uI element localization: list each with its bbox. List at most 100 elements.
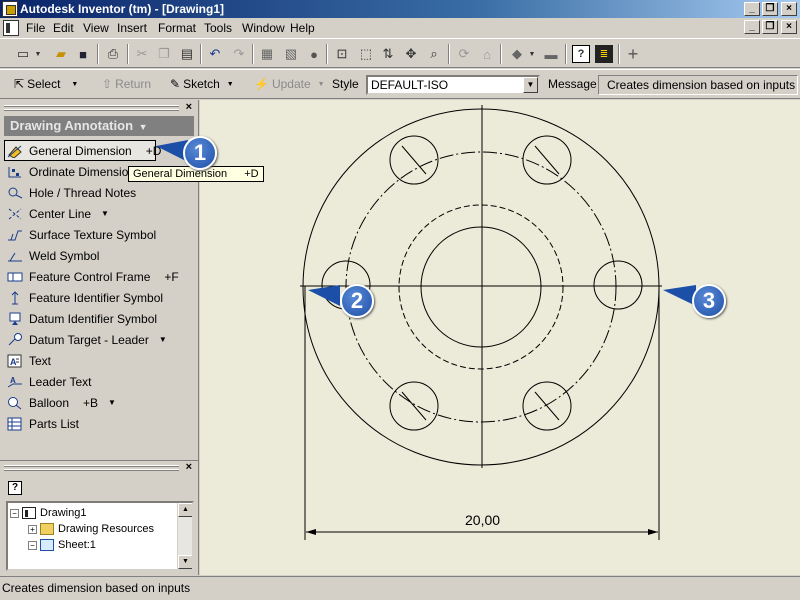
return-button[interactable]: ⇧ Return xyxy=(102,77,151,91)
browser-help-icon[interactable]: ? xyxy=(8,481,22,495)
tool-leader-text[interactable]: A Leader Text xyxy=(4,371,196,392)
tree-node-sheet[interactable]: − Sheet:1 xyxy=(28,537,96,553)
update-mass-icon[interactable]: ▦ xyxy=(258,45,276,63)
styles-editor-icon[interactable]: ≣ xyxy=(595,45,613,63)
add-icon[interactable]: + xyxy=(624,44,642,64)
toolbar-separator xyxy=(500,44,502,64)
print-icon[interactable]: ⎙ xyxy=(104,45,122,63)
scroll-down-icon[interactable]: ▼ xyxy=(178,555,192,569)
browser-grip[interactable] xyxy=(4,465,179,467)
select-dropdown-icon[interactable]: ▼ xyxy=(71,81,78,88)
update-dropdown-icon[interactable]: ▼ xyxy=(318,81,325,88)
style-dropdown[interactable]: DEFAULT-ISO ▼ xyxy=(366,75,540,95)
zoom-icon[interactable]: ⇅ xyxy=(379,45,397,63)
collapse-icon[interactable]: − xyxy=(10,508,19,518)
datum-identifier-icon xyxy=(7,312,23,326)
display-mode-icon[interactable]: ◆ xyxy=(508,45,526,63)
menu-file[interactable]: File xyxy=(26,21,45,35)
text-icon: A xyxy=(7,354,23,368)
collapse-icon[interactable]: − xyxy=(28,540,37,550)
feature-control-frame-icon xyxy=(7,270,23,284)
tool-label: Parts List xyxy=(29,416,80,431)
open-folder-icon[interactable]: ▰ xyxy=(52,45,70,63)
datum-target-dropdown-icon[interactable]: ▼ xyxy=(159,335,167,344)
tool-datum-identifier-symbol[interactable]: Datum Identifier Symbol xyxy=(4,308,196,329)
panel-close-icon[interactable]: × xyxy=(186,101,192,113)
tool-datum-target-leader[interactable]: Datum Target - Leader ▼ xyxy=(4,329,196,350)
zoom-selected-icon[interactable]: ⌕ xyxy=(425,45,443,63)
new-dropdown-icon[interactable]: ▼ xyxy=(34,45,42,63)
menu-insert[interactable]: Insert xyxy=(117,21,147,35)
tree-node-drawing[interactable]: − Drawing1 xyxy=(10,505,86,521)
tool-center-line[interactable]: Center Line ▼ xyxy=(4,203,196,224)
restore-button[interactable]: ❐ xyxy=(762,2,778,16)
close-button[interactable]: × xyxy=(781,2,797,16)
tool-label: Ordinate Dimension xyxy=(29,164,136,179)
tool-general-dimension[interactable]: General Dimension +D xyxy=(4,140,161,161)
tool-label: Center Line xyxy=(29,206,92,221)
expand-icon[interactable]: + xyxy=(28,524,37,534)
menu-tools[interactable]: Tools xyxy=(204,21,232,35)
tool-label: General Dimension xyxy=(29,143,132,158)
tool-feature-control-frame[interactable]: Feature Control Frame +F xyxy=(4,266,196,287)
minimize-button[interactable]: _ xyxy=(744,2,760,16)
camera-icon[interactable]: ▬ xyxy=(542,45,560,63)
doc-close-button[interactable]: × xyxy=(781,20,797,34)
browser-grip[interactable] xyxy=(4,469,179,471)
sketch-dropdown-icon[interactable]: ▼ xyxy=(227,81,234,88)
panel-grip[interactable] xyxy=(4,105,179,107)
undo-icon[interactable]: ↶ xyxy=(206,45,224,63)
tool-feature-identifier-symbol[interactable]: Feature Identifier Symbol xyxy=(4,287,196,308)
toolbar-separator xyxy=(252,44,254,64)
new-file-icon[interactable]: ▭ xyxy=(14,45,32,63)
tree-node-drawing-resources[interactable]: + Drawing Resources xyxy=(28,521,154,537)
menu-window[interactable]: Window xyxy=(242,21,285,35)
message-label: Message xyxy=(548,77,597,91)
help-icon[interactable]: ? xyxy=(572,45,590,63)
tool-text[interactable]: A Text xyxy=(4,350,196,371)
balloon-dropdown-icon[interactable]: ▼ xyxy=(108,398,116,407)
update-button[interactable]: ⚡ Update ▼ xyxy=(254,77,325,91)
tool-surface-texture-symbol[interactable]: Surface Texture Symbol xyxy=(4,224,196,245)
tool-weld-symbol[interactable]: Weld Symbol xyxy=(4,245,196,266)
menu-format[interactable]: Format xyxy=(158,21,196,35)
cut-icon[interactable]: ✂ xyxy=(133,45,151,63)
panel-header[interactable]: Drawing Annotation ▼ xyxy=(4,116,194,136)
redo-icon[interactable]: ↷ xyxy=(230,45,248,63)
panel-grip[interactable] xyxy=(4,109,179,111)
select-button[interactable]: ⇱ Select ▼ xyxy=(14,77,78,91)
menu-edit[interactable]: Edit xyxy=(53,21,74,35)
browser-tree: − Drawing1 + Drawing Resources − Sheet:1… xyxy=(6,501,194,571)
dimension-value[interactable]: 20,00 xyxy=(465,512,500,528)
paste-icon[interactable]: ▤ xyxy=(178,45,196,63)
doc-minimize-button[interactable]: _ xyxy=(744,20,760,34)
select-arrow-icon: ⇱ xyxy=(14,77,25,91)
menu-help[interactable]: Help xyxy=(290,21,315,35)
tool-balloon[interactable]: Balloon +B ▼ xyxy=(4,392,196,413)
zoom-all-icon[interactable]: ⊡ xyxy=(333,45,351,63)
save-icon[interactable]: ■ xyxy=(74,45,92,63)
display-mode-dropdown-icon[interactable]: ▼ xyxy=(528,45,536,63)
zoom-window-icon[interactable]: ⬚ xyxy=(357,45,375,63)
scroll-up-icon[interactable]: ▲ xyxy=(178,503,192,517)
rotate-icon[interactable]: ⟳ xyxy=(455,45,473,63)
tool-parts-list[interactable]: Parts List xyxy=(4,413,196,434)
sphere-icon[interactable]: ● xyxy=(305,45,323,63)
tool-shortcut: +F xyxy=(164,269,179,284)
browser-close-icon[interactable]: × xyxy=(186,461,192,473)
shaded-view-icon[interactable]: ▧ xyxy=(282,45,300,63)
center-line-dropdown-icon[interactable]: ▼ xyxy=(101,209,109,218)
menu-view[interactable]: View xyxy=(83,21,109,35)
sketch-button[interactable]: ✎ Sketch ▼ xyxy=(170,77,234,91)
style-dropdown-arrow-icon[interactable]: ▼ xyxy=(523,77,538,93)
tree-scrollbar[interactable]: ▲ ▼ xyxy=(177,503,192,569)
drawing-canvas[interactable]: 20,00 xyxy=(200,100,800,575)
browser-bar: × ? − Drawing1 + Drawing Resources − She… xyxy=(0,460,199,575)
tool-hole-thread-notes[interactable]: Hole / Thread Notes xyxy=(4,182,196,203)
copy-icon[interactable]: ❐ xyxy=(155,45,173,63)
doc-restore-button[interactable]: ❐ xyxy=(762,20,778,34)
pan-icon[interactable]: ✥ xyxy=(402,45,420,63)
document-icon[interactable] xyxy=(3,20,19,36)
look-at-icon[interactable]: ⌂ xyxy=(478,45,496,63)
inventor-app-icon[interactable] xyxy=(2,1,18,17)
